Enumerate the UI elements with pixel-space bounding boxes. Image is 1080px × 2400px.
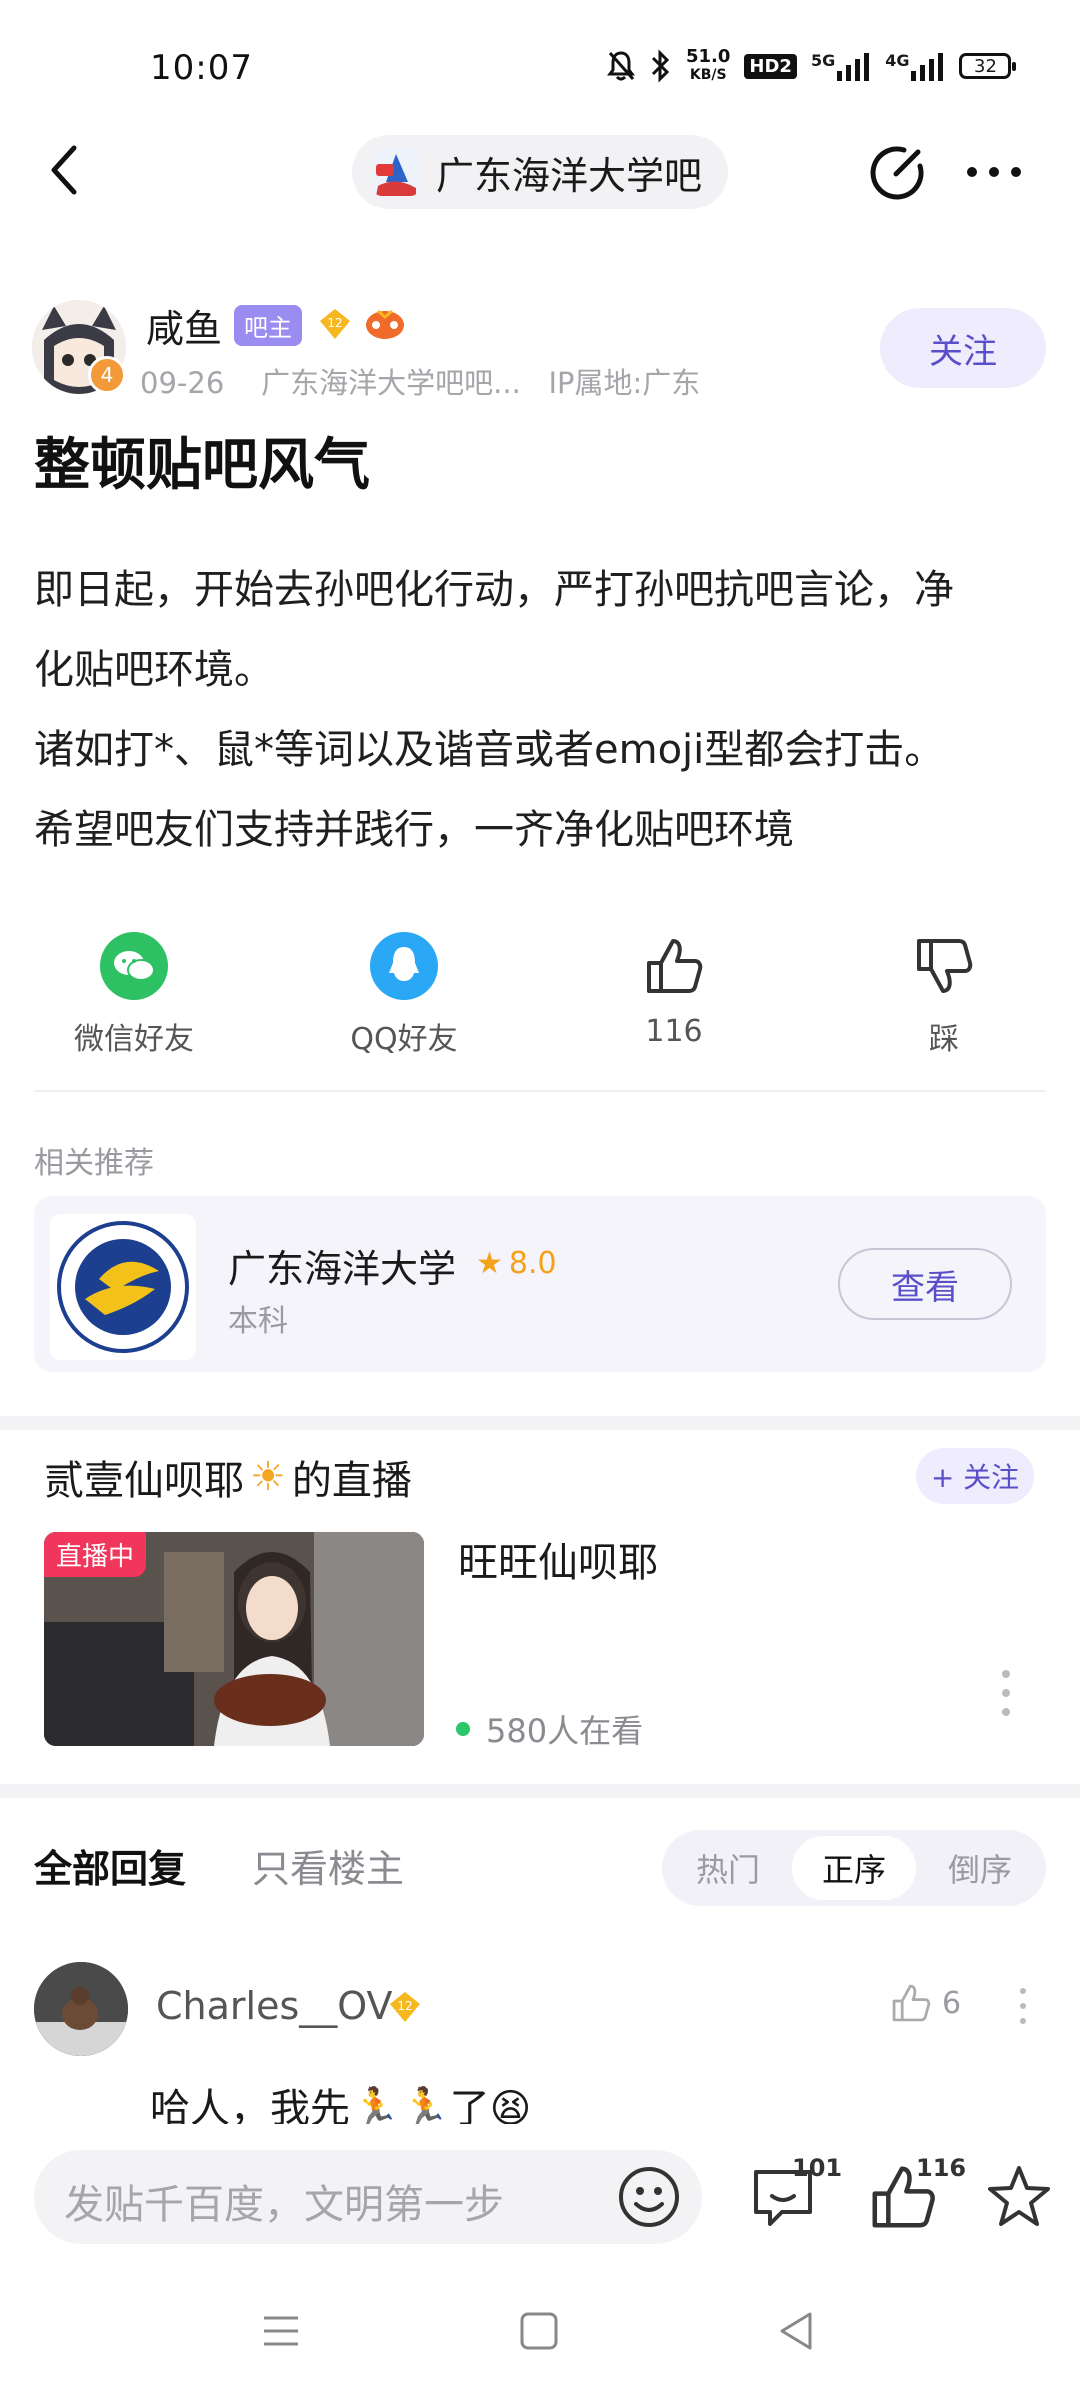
post-title: 整顿贴吧风气 xyxy=(34,433,370,498)
view-button[interactable]: 查看 xyxy=(838,1248,1012,1320)
follow-button[interactable]: 关注 xyxy=(880,308,1046,388)
dislike-label: 踩 xyxy=(929,1022,959,1057)
university-name: 广东海洋大学 xyxy=(228,1247,457,1291)
divider xyxy=(34,1090,1046,1092)
thumb-up-icon xyxy=(892,1984,931,2022)
live-follow-button[interactable]: + 关注 xyxy=(916,1448,1034,1504)
bottom-like-count: 116 xyxy=(916,2154,967,2182)
live-dot-icon xyxy=(456,1722,470,1736)
post-line: 化贴吧环境。 xyxy=(34,647,274,693)
reply-avatar[interactable] xyxy=(34,1962,128,2056)
recommend-card[interactable]: 广东海洋大学 ★ 8.0 本科 查看 xyxy=(34,1196,1046,1372)
tab-all-replies[interactable]: 全部回复 xyxy=(34,1838,186,1893)
author-level-badge: 4 xyxy=(88,356,126,394)
post-line: 即日起，开始去孙吧化行动，严打孙吧抗吧言论，净 xyxy=(34,567,954,613)
signal-4g: 4G xyxy=(885,51,945,81)
like-count: 116 xyxy=(645,1014,703,1049)
author-name[interactable]: 咸鱼 xyxy=(146,298,222,353)
tab-owner-only[interactable]: 只看楼主 xyxy=(252,1838,404,1893)
net-speed: 51.0 KB/S xyxy=(686,46,731,84)
level-diamond-icon: 12 xyxy=(320,309,350,339)
reply-like-button[interactable]: 6 xyxy=(890,1982,961,2024)
comment-placeholder: 发贴千百度，文明第一步 xyxy=(64,2182,504,2228)
comment-count: 101 xyxy=(792,2154,843,2182)
edit-icon[interactable] xyxy=(868,142,928,202)
wechat-icon xyxy=(100,932,168,1000)
signal-icon xyxy=(911,53,944,81)
home-nav-icon[interactable] xyxy=(514,2306,564,2356)
dislike-button[interactable]: 踩 xyxy=(844,926,1044,1058)
svg-text:12: 12 xyxy=(327,316,342,330)
streamer-name[interactable]: 旺旺仙呗耶 xyxy=(458,1530,658,1588)
menu-nav-icon[interactable] xyxy=(256,2306,306,2356)
forum-title: 广东海洋大学吧 xyxy=(436,153,703,198)
bottom-input-bar: 发贴千百度，文明第一步 101 116 xyxy=(0,2124,1080,2400)
status-time: 10:07 xyxy=(150,48,253,88)
sun-icon: ☀ xyxy=(250,1454,286,1500)
forum-logo-icon xyxy=(372,148,420,196)
live-title: 贰壹仙呗耶 ☀ 的直播 xyxy=(44,1454,412,1504)
recommend-label: 相关推荐 xyxy=(34,1146,154,1181)
thumb-up-icon xyxy=(647,939,703,993)
post-body: 即日起，开始去孙吧化行动，严打孙吧抗吧言论，净 化贴吧环境。 诸如打*、鼠*等词… xyxy=(34,550,1044,870)
live-thumbnail[interactable]: 直播中 xyxy=(44,1532,424,1746)
section-separator xyxy=(0,1784,1080,1798)
university-logo xyxy=(50,1214,196,1360)
signal-icon xyxy=(837,53,870,81)
back-arrow-icon[interactable] xyxy=(40,140,90,200)
signal-5g: 5G xyxy=(811,51,871,81)
sort-hot[interactable]: 热门 xyxy=(666,1836,790,1900)
post-line: 希望吧友们支持并践行，一齐净化贴吧环境 xyxy=(34,807,794,853)
post-line: 诸如打*、鼠*等词以及谐音或者emoji型都会打击。 xyxy=(34,727,945,773)
forum-owner-badge: 吧主 xyxy=(234,305,302,346)
comment-input[interactable]: 发贴千百度，文明第一步 xyxy=(34,2150,702,2244)
svg-text:12: 12 xyxy=(397,1999,412,2013)
more-vertical-icon[interactable] xyxy=(996,1668,1016,1718)
emoji-icon[interactable] xyxy=(616,2164,682,2230)
level-diamond-icon: 12 xyxy=(390,1992,420,2022)
more-dots-icon[interactable] xyxy=(962,150,1026,194)
share-qq-button[interactable]: QQ好友 xyxy=(304,926,504,1058)
university-type: 本科 xyxy=(228,1304,288,1339)
share-wechat-button[interactable]: 微信好友 xyxy=(34,926,234,1058)
qq-icon xyxy=(370,932,438,1000)
section-separator xyxy=(0,1416,1080,1430)
wechat-label: 微信好友 xyxy=(74,1022,194,1057)
author-meta: 09-26 广东海洋大学吧吧... IP属地:广东 xyxy=(140,366,701,400)
viewer-count: 580人在看 xyxy=(456,1706,643,1752)
hd-badge: HD2 xyxy=(744,53,797,79)
back-nav-icon[interactable] xyxy=(772,2306,822,2356)
sort-segment: 热门 正序 倒序 xyxy=(662,1830,1046,1906)
live-badge: 直播中 xyxy=(44,1532,147,1577)
star-icon[interactable] xyxy=(984,2162,1054,2232)
reply-username[interactable]: Charles__OV xyxy=(156,1984,393,2028)
sort-desc[interactable]: 倒序 xyxy=(918,1836,1042,1900)
university-rating: ★ 8.0 xyxy=(476,1246,557,1281)
sort-asc[interactable]: 正序 xyxy=(792,1836,916,1900)
more-vertical-icon[interactable] xyxy=(1018,1986,1028,2026)
thumb-down-icon xyxy=(917,939,973,993)
battery-icon: 32 xyxy=(959,53,1017,79)
status-icons: 51.0 KB/S HD2 5G 4G 32 xyxy=(606,44,1017,88)
game-badge-icon xyxy=(366,309,404,339)
qq-label: QQ好友 xyxy=(350,1022,458,1057)
forum-name-pill[interactable]: 广东海洋大学吧 xyxy=(352,135,728,209)
star-icon: ★ xyxy=(476,1246,503,1281)
like-button[interactable]: 116 xyxy=(574,926,774,1049)
mute-bell-icon xyxy=(607,51,635,81)
bluetooth-icon xyxy=(651,49,670,83)
